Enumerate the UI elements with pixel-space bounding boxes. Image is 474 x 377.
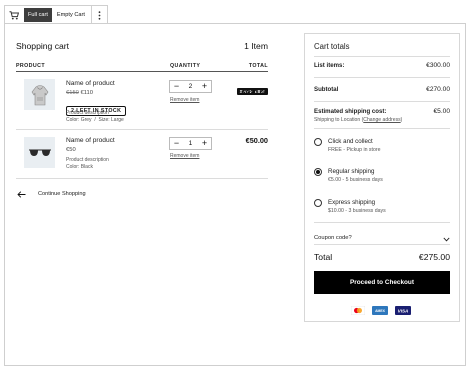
amex-text: AMEX xyxy=(375,309,386,313)
cart-icon[interactable] xyxy=(5,6,22,24)
panel-divider xyxy=(314,77,450,78)
tab-empty-cart[interactable]: Empty Cart xyxy=(53,8,89,22)
product-name[interactable]: Name of product xyxy=(66,80,115,87)
product-description: Product description xyxy=(66,110,109,116)
product-price: €150 €110 xyxy=(66,90,93,96)
product-name[interactable]: Name of product xyxy=(66,137,115,144)
radio-button[interactable] xyxy=(314,138,322,146)
tab-full-cart[interactable]: Full cart xyxy=(24,8,52,22)
option-title: Express shipping xyxy=(328,199,376,206)
shipping-cost-label: Estimated shipping cost: xyxy=(314,108,387,115)
subtotal-label: Subtotal xyxy=(314,86,339,93)
row-divider xyxy=(16,129,268,130)
quantity-value[interactable]: 1 xyxy=(183,140,198,147)
header-divider xyxy=(16,71,268,72)
increment-button[interactable]: + xyxy=(198,138,211,149)
option-text: Express shipping $10.00 - 3 business day… xyxy=(328,199,386,214)
panel-divider xyxy=(314,101,450,102)
sunglasses-image[interactable] xyxy=(24,137,55,168)
arrow-left-icon xyxy=(17,185,26,203)
visa-text: VISA xyxy=(398,308,409,313)
product-meta: Product description Color: Black xyxy=(66,157,109,170)
cart-totals-title: Cart totals xyxy=(314,42,350,51)
continue-shopping-link[interactable]: Continue Shopping xyxy=(17,185,86,203)
product-color: Color: Grey xyxy=(66,116,92,123)
shipping-option-express[interactable]: Express shipping $10.00 - 3 business day… xyxy=(314,199,386,214)
list-items-value: €300.00 xyxy=(426,62,450,69)
product-price: €50 xyxy=(66,147,76,153)
panel-divider xyxy=(314,244,450,245)
radio-button[interactable] xyxy=(314,199,322,207)
row-divider xyxy=(16,178,268,179)
option-subtitle: €5.00 - 5 business days xyxy=(328,177,383,183)
column-quantity: QUANTITY xyxy=(170,63,201,69)
option-subtitle: $10.00 - 3 business days xyxy=(328,208,386,214)
product-size: Size: Large xyxy=(98,116,124,123)
shipping-option-regular[interactable]: Regular shipping €5.00 - 5 business days xyxy=(314,168,383,183)
visa-icon: VISA xyxy=(395,302,411,320)
product-description: Product description xyxy=(66,157,109,163)
mastercard-icon xyxy=(350,302,366,320)
shipping-location: Shipping to Location (Change address) xyxy=(314,117,402,123)
panel-divider xyxy=(314,128,450,129)
product-meta: Product description Color: Grey / Size: … xyxy=(66,110,124,123)
line-total: €220.00 xyxy=(241,88,268,97)
proceed-to-checkout-button[interactable]: Proceed to Checkout xyxy=(314,271,450,294)
shipping-cost-value: €5.00 xyxy=(433,108,450,115)
column-total: TOTAL xyxy=(248,63,268,69)
change-address-link[interactable]: Change address xyxy=(363,117,400,123)
total-value: €275.00 xyxy=(418,252,450,262)
tab-divider xyxy=(90,6,92,24)
option-text: Regular shipping €5.00 - 5 business days xyxy=(328,168,383,183)
shipping-option-click-collect[interactable]: Click and collect FREE - Pickup in store xyxy=(314,138,380,153)
total-label: Total xyxy=(314,252,333,262)
option-title: Regular shipping xyxy=(328,168,375,175)
increment-button[interactable]: + xyxy=(198,81,211,92)
hoodie-image[interactable] xyxy=(24,79,55,110)
subtotal-value: €270.00 xyxy=(426,86,450,93)
cart-title: Shopping cart xyxy=(16,41,70,51)
coupon-label: Coupon code? xyxy=(314,235,352,241)
option-title: Click and collect xyxy=(328,138,373,145)
continue-shopping-label: Continue Shopping xyxy=(38,191,86,197)
cart-item-count: 1 Item xyxy=(244,41,268,51)
quantity-stepper: − 2 + xyxy=(169,80,212,93)
current-price: €110 xyxy=(80,90,93,96)
column-product: PRODUCT xyxy=(16,63,45,69)
option-subtitle: FREE - Pickup in store xyxy=(328,147,381,153)
decrement-button[interactable]: − xyxy=(170,138,183,149)
old-price: €150 xyxy=(66,90,79,96)
product-attributes: Color: Grey / Size: Large xyxy=(66,116,124,123)
list-items-label: List items: xyxy=(314,62,345,69)
shipping-to-text: Shipping to Location ( xyxy=(314,117,364,123)
option-text: Click and collect FREE - Pickup in store xyxy=(328,138,380,153)
shipping-to-close: ) xyxy=(400,117,403,123)
quantity-stepper: − 1 + xyxy=(169,137,212,150)
more-vertical-icon[interactable] xyxy=(93,10,107,20)
radio-button-selected[interactable] xyxy=(314,168,322,176)
decrement-button[interactable]: − xyxy=(170,81,183,92)
panel-divider xyxy=(314,56,450,57)
remove-item-link[interactable]: Remove item xyxy=(170,97,199,103)
amex-icon: AMEX xyxy=(372,302,388,320)
panel-divider xyxy=(314,222,450,223)
product-color: Color: Black xyxy=(66,163,93,170)
remove-item-link[interactable]: Remove item xyxy=(170,153,199,159)
tab-bar: Full cart Empty Cart xyxy=(4,5,108,24)
line-total: €50.00 xyxy=(245,136,268,145)
quantity-value[interactable]: 2 xyxy=(183,83,198,90)
